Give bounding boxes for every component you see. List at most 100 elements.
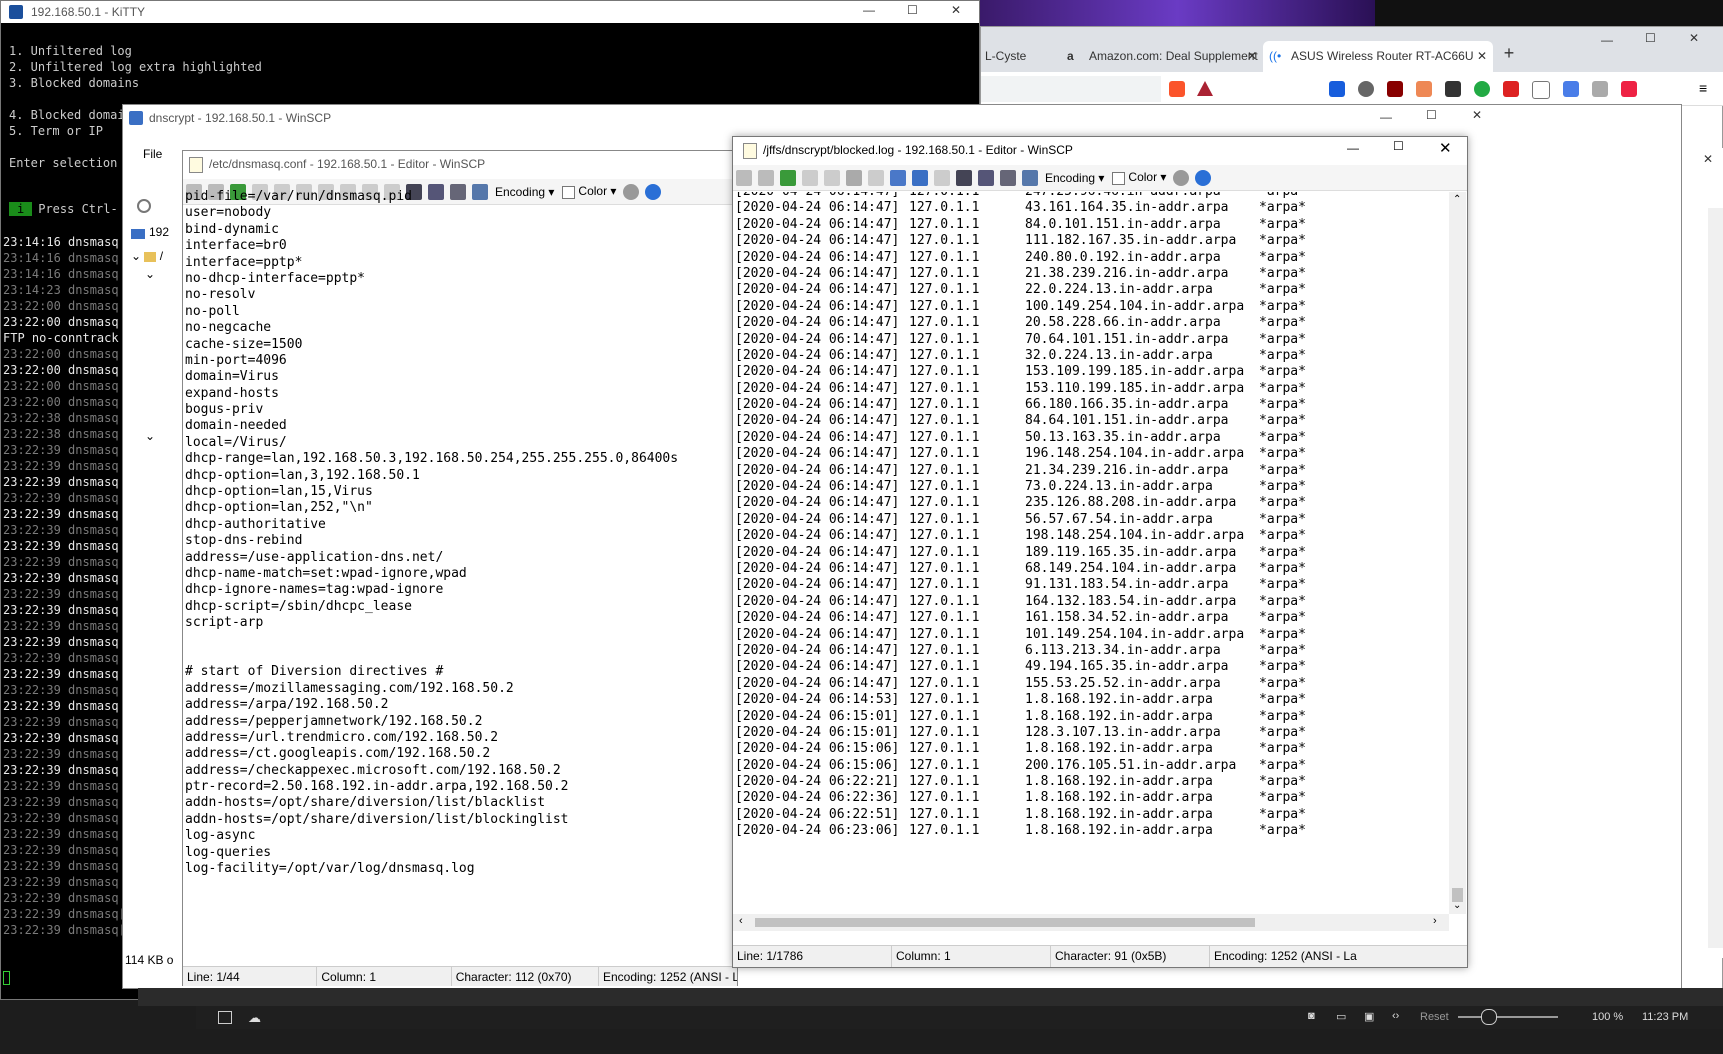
translate-icon[interactable] bbox=[1563, 81, 1579, 97]
log-proc: dnsmasq bbox=[60, 459, 119, 473]
find-next-icon[interactable] bbox=[1000, 169, 1016, 186]
scroll-thumb[interactable] bbox=[755, 918, 1255, 927]
ublock-icon[interactable] bbox=[1387, 81, 1403, 97]
log-time: 23:22:00 bbox=[3, 395, 61, 409]
log-proc: dnsmasq bbox=[60, 603, 119, 617]
reset-button[interactable]: Reset bbox=[1420, 1011, 1449, 1023]
replace-icon[interactable] bbox=[978, 169, 994, 186]
log-rule: *arpa* bbox=[1259, 200, 1306, 216]
close-icon[interactable]: ✕ bbox=[1439, 139, 1452, 157]
close-icon[interactable]: ✕ bbox=[951, 3, 961, 17]
tree-expander[interactable]: ⌄ bbox=[145, 429, 155, 443]
close-icon[interactable]: ✕ bbox=[1689, 31, 1699, 45]
code-line: local=/Virus/ bbox=[185, 434, 287, 450]
log-row: [2020-04-24 06:14:47] 127.0.1.1 235.126.88… bbox=[735, 495, 1447, 511]
log-line: 23:22:00 dnsmasq bbox=[3, 346, 138, 362]
browser-tab-amazon[interactable]: a Amazon.com: Deal Supplement ✕ bbox=[1061, 41, 1261, 72]
taskbar-strip bbox=[138, 988, 1723, 1006]
tree-expander[interactable]: ⌄ bbox=[145, 267, 155, 281]
log-rule: *arpa* bbox=[1259, 544, 1306, 560]
copy-icon[interactable] bbox=[802, 169, 818, 186]
rewards-icon[interactable] bbox=[1197, 81, 1213, 96]
browser-tab-asus[interactable]: ((• ASUS Wireless Router RT-AC66U ✕ bbox=[1263, 41, 1493, 72]
image-icon[interactable]: ▣ bbox=[1364, 1010, 1374, 1023]
gear-icon[interactable] bbox=[1173, 169, 1190, 186]
paste-icon[interactable] bbox=[846, 169, 862, 186]
redo-icon[interactable] bbox=[934, 169, 950, 186]
address-bar[interactable] bbox=[981, 76, 1161, 102]
goto-line-icon[interactable] bbox=[1022, 169, 1038, 186]
gear-icon[interactable] bbox=[137, 199, 151, 213]
brave-icon[interactable] bbox=[1169, 81, 1185, 97]
extension-icon[interactable] bbox=[1416, 81, 1432, 97]
code-icon[interactable]: ‹› bbox=[1392, 1010, 1399, 1022]
code-line: dhcp-ignore-names=tag:wpad-ignore bbox=[185, 582, 444, 598]
window-icon[interactable]: ▭ bbox=[1336, 1010, 1346, 1023]
delete-icon[interactable] bbox=[868, 169, 884, 186]
maximize-icon[interactable]: ☐ bbox=[1426, 108, 1437, 122]
log-domain: 247.25.96.46.in-addr.arpa bbox=[1025, 192, 1221, 200]
zoom-slider[interactable] bbox=[1458, 1016, 1558, 1018]
maximize-icon[interactable]: ☐ bbox=[1645, 31, 1656, 45]
close-icon[interactable]: ✕ bbox=[1703, 152, 1713, 166]
tree-root[interactable]: ⌄ / bbox=[131, 249, 163, 263]
browser-toolbar: ≡ bbox=[981, 72, 1723, 106]
log-line: 23:22:00 dnsmasq bbox=[3, 378, 138, 394]
scroll-left-icon[interactable]: ‹ bbox=[739, 915, 743, 927]
code-line: ptr-record=2.50.168.192.in-addr.arpa,192… bbox=[185, 779, 569, 795]
horizontal-scrollbar[interactable]: ‹ › bbox=[733, 914, 1449, 931]
undo-icon[interactable] bbox=[912, 169, 928, 186]
extension-icon[interactable] bbox=[1592, 81, 1608, 97]
save-all-icon[interactable] bbox=[758, 169, 774, 186]
close-icon[interactable]: ✕ bbox=[1247, 41, 1257, 72]
editor-toolbar: Encoding ▾ Color ▾ bbox=[733, 165, 1467, 191]
extension-icon[interactable] bbox=[1445, 81, 1461, 97]
scrollbar[interactable] bbox=[1708, 208, 1723, 948]
extension-icon[interactable] bbox=[1621, 81, 1637, 97]
minimize-icon[interactable]: — bbox=[1347, 141, 1359, 155]
browser-tab[interactable]: L-Cyste bbox=[985, 41, 1061, 72]
select-all-icon[interactable] bbox=[890, 169, 906, 186]
maximize-icon[interactable]: ☐ bbox=[1393, 139, 1404, 153]
sidebar-toggle-icon[interactable] bbox=[218, 1011, 232, 1024]
log-domain: 6.113.213.34.in-addr.arpa bbox=[1025, 642, 1221, 658]
minimize-icon[interactable]: — bbox=[1380, 110, 1392, 124]
minimize-icon[interactable]: — bbox=[1601, 33, 1613, 47]
log-line: 23:22:39 dnsmasq bbox=[3, 730, 138, 746]
extension-icon[interactable] bbox=[1503, 81, 1519, 97]
cloud-icon[interactable]: ☁ bbox=[248, 1010, 261, 1026]
save-icon[interactable] bbox=[736, 169, 752, 186]
log-domain: 200.176.105.51.in-addr.arpa bbox=[1025, 757, 1237, 773]
zoom-slider-thumb[interactable] bbox=[1481, 1009, 1497, 1025]
menu-icon[interactable]: ≡ bbox=[1699, 80, 1707, 96]
reload-icon[interactable] bbox=[780, 169, 796, 186]
color-dropdown[interactable]: Color ▾ bbox=[1112, 170, 1166, 185]
editor-text[interactable]: pid-file=/var/run/dnsmasq.pid user=nobody… bbox=[185, 189, 735, 966]
encoding-dropdown[interactable]: Encoding ▾ bbox=[1045, 171, 1104, 185]
color-checkbox[interactable] bbox=[1112, 171, 1126, 185]
minimize-icon[interactable]: — bbox=[863, 3, 875, 17]
extension-icon[interactable] bbox=[1474, 81, 1490, 97]
bitwarden-icon[interactable] bbox=[1329, 81, 1345, 97]
scroll-up-icon[interactable]: ⌃ bbox=[1453, 194, 1461, 205]
vertical-scrollbar[interactable]: ⌃ ⌄ bbox=[1449, 192, 1466, 914]
find-icon[interactable] bbox=[956, 169, 972, 186]
log-domain: 189.119.165.35.in-addr.arpa bbox=[1025, 544, 1237, 560]
cut-icon[interactable] bbox=[824, 169, 840, 186]
tree-label[interactable]: 192 bbox=[149, 225, 169, 239]
log-proc: dnsmasq bbox=[60, 843, 119, 857]
scroll-right-icon[interactable]: › bbox=[1433, 915, 1437, 927]
camera-icon[interactable]: ◙ bbox=[1308, 1010, 1315, 1022]
new-tab-button[interactable]: + bbox=[1497, 43, 1521, 67]
scroll-down-icon[interactable]: ⌄ bbox=[1453, 900, 1461, 911]
extension-icon[interactable] bbox=[1358, 81, 1374, 97]
log-timestamp: [2020-04-24 06:14:47] bbox=[735, 560, 900, 576]
help-icon[interactable] bbox=[1195, 169, 1212, 186]
kitty-log: 23:14:16 dnsmasq 23:14:16 dnsmasq 23:14:16… bbox=[3, 234, 138, 938]
maximize-icon[interactable]: ☐ bbox=[907, 3, 918, 17]
log-proc: dnsmasq bbox=[60, 395, 119, 409]
menu-file[interactable]: File bbox=[143, 147, 162, 161]
extension-icon[interactable] bbox=[1532, 81, 1550, 99]
close-icon[interactable]: ✕ bbox=[1472, 108, 1482, 122]
close-icon[interactable]: ✕ bbox=[1477, 41, 1487, 72]
